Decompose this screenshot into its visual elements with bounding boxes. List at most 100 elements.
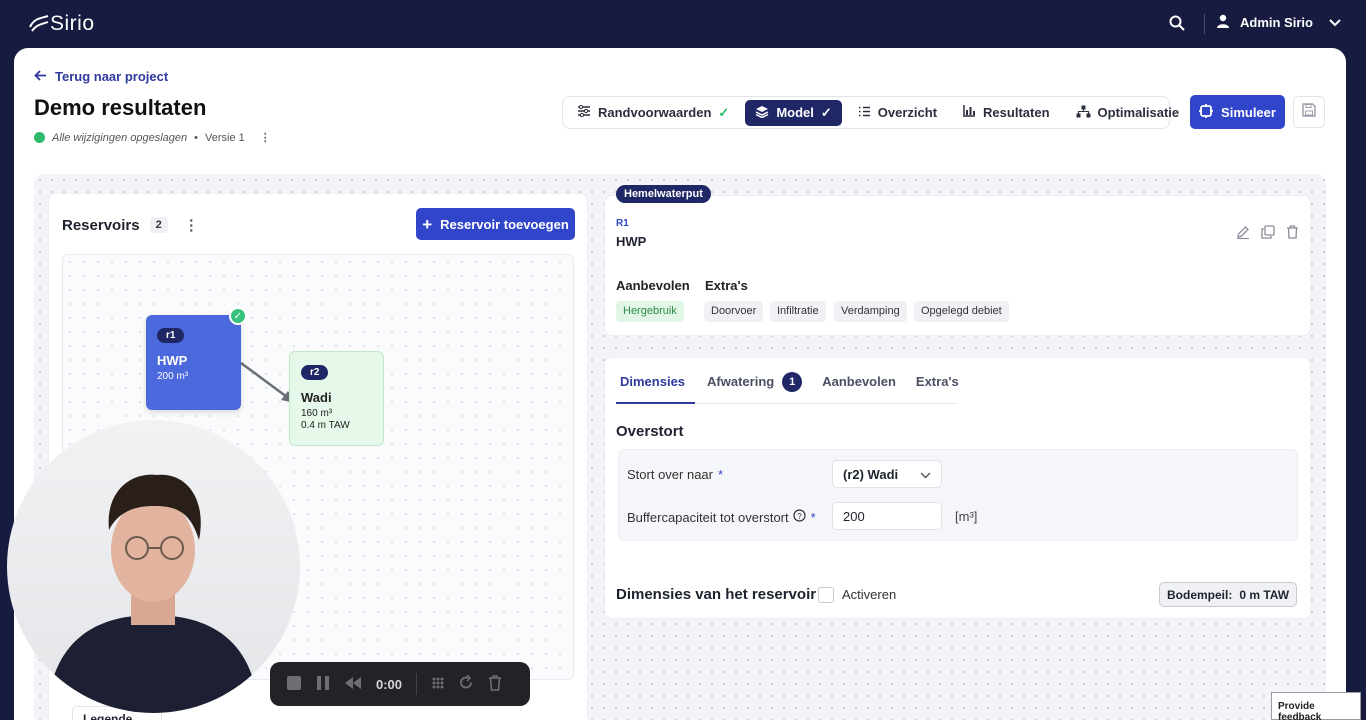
extras-label: Extra's [705,278,748,293]
node-tag: r1 [157,328,185,343]
reservoirs-header: Reservoirs 2 ⋮ [62,216,199,235]
webcam-overlay [7,420,300,713]
dimensions-heading: Dimensies van het reservoir [616,586,817,603]
kebab-menu-icon[interactable]: ⋮ [260,131,271,144]
legend-label: Legende [83,712,133,720]
unit-label: [m³] [955,509,978,524]
simulate-label: Simuleer [1221,104,1276,120]
tab-optimalisatie[interactable]: Optimalisatie [1066,100,1190,126]
node-volume: 200 m³ [157,371,189,382]
count-badge: 1 [782,372,803,392]
check-circle-icon: ✓ [229,307,247,325]
stop-icon[interactable] [286,675,302,694]
reservoir-node-r2[interactable]: r2 Wadi 160 m³ 0.4 m TAW [289,351,384,446]
reservoir-name: HWP [616,234,647,249]
floppy-disk-icon [1302,102,1316,122]
tab-resultaten[interactable]: Resultaten [953,100,1059,125]
chip-infiltratie[interactable]: Infiltratie [770,301,826,322]
bar-chart-icon [963,105,976,120]
arrow-left-icon [34,69,47,84]
tab-label: Model [776,105,814,120]
version-label: Versie 1 [205,131,245,144]
reservoirs-title: Reservoirs [62,216,140,234]
tab-label: Extra's [915,374,959,389]
chip-opgelegd-debiet[interactable]: Opgelegd debiet [914,301,1009,322]
activate-checkbox[interactable] [818,587,834,603]
node-name: HWP [157,353,188,368]
step-navigation: Randvoorwaarden ✓ Model ✓ Overzicht Resu… [562,96,1179,129]
buffercapaciteit-input[interactable]: 200 [832,502,942,530]
bodempeil-badge: Bodempeil: 0 m TAW [1159,582,1298,607]
back-link[interactable]: Terug naar project [34,69,168,84]
tab-label: Resultaten [983,105,1050,120]
tab-dimensies[interactable]: Dimensies [616,368,696,404]
tab-model[interactable]: Model ✓ [745,99,842,126]
required-mark: * [718,467,724,482]
chevron-down-icon [920,467,931,482]
divider [416,673,418,695]
restart-icon[interactable] [459,674,474,693]
search-icon[interactable] [1169,15,1185,36]
trash-icon[interactable] [1286,225,1299,244]
tab-extras[interactable]: Extra's [912,368,969,404]
gear-icon [1199,103,1214,121]
simulate-button[interactable]: Simuleer [1190,95,1285,129]
check-icon: ✓ [820,104,832,120]
node-name: Wadi [301,390,332,405]
node-level: 0.4 m TAW [301,420,350,431]
save-status-text: Alle wijzigingen opgeslagen [52,131,188,144]
reservoir-node-r1[interactable]: r1 HWP 200 m³ [146,315,241,410]
selected-value: (r2) Wadi [843,466,899,482]
copy-icon[interactable] [1261,225,1275,244]
tab-overzicht[interactable]: Overzicht [848,100,947,125]
buffercapaciteit-label: Buffercapaciteit tot overstort ? * [627,509,816,525]
tab-aanbevolen[interactable]: Aanbevolen [818,368,906,404]
trash-icon[interactable] [488,674,502,694]
save-status: Alle wijzigingen opgeslagen • Versie 1 ⋮ [34,131,271,144]
field-label-text: Stort over naar [627,467,713,482]
page-title: Demo resultaten [34,95,207,120]
chip-hergebruik[interactable]: Hergebruik [616,301,684,322]
tab-randvoorwaarden[interactable]: Randvoorwaarden ✓ [567,100,739,126]
tab-label: Dimensies [620,374,686,389]
list-icon [858,105,871,120]
user-name: Admin Sirio [1240,15,1313,30]
required-mark: * [810,509,816,525]
chip-doorvoer[interactable]: Doorvoer [704,301,764,322]
sliders-icon [577,104,591,120]
drag-handle-icon[interactable] [431,676,445,693]
bodempeil-label: Bodempeil: [1167,588,1233,602]
form-tabs: Dimensies Afwatering 1 Aanbevolen Extra'… [616,368,959,404]
kebab-menu-icon[interactable]: ⋮ [184,216,199,234]
help-circle-icon[interactable]: ? [793,509,806,525]
plus-icon: + [422,214,433,234]
stort-over-naar-select[interactable]: (r2) Wadi [832,460,942,488]
overstort-fields [618,449,1298,541]
top-bar: Sirio Admin Sirio [0,0,1366,48]
recommended-label: Aanbevolen [616,278,690,293]
presenter-video [47,474,259,713]
field-label-text: Buffercapaciteit tot overstort [627,509,789,525]
bodempeil-value: 0 m TAW [1239,588,1290,602]
provide-feedback-button[interactable]: Provide feedback [1271,692,1361,720]
tab-label: Afwatering [707,374,775,389]
user-menu[interactable]: Admin Sirio [1216,14,1341,31]
overstort-heading: Overstort [616,423,684,440]
stort-over-naar-label: Stort over naar * [627,467,723,482]
check-icon: ✓ [718,104,730,120]
tab-label: Overzicht [877,105,938,120]
add-reservoir-button[interactable]: + Reservoir toevoegen [416,208,575,240]
tab-afwatering[interactable]: Afwatering 1 [703,368,812,404]
edit-icon[interactable] [1236,225,1250,244]
reservoirs-count-badge: 2 [149,217,168,233]
rewind-icon[interactable] [344,676,362,693]
divider [1204,14,1205,34]
logo-text: Sirio [50,12,95,35]
sirio-logo[interactable]: Sirio [28,12,95,36]
pause-icon[interactable] [316,675,330,694]
node-volume: 160 m³ [301,408,333,419]
chip-verdamping[interactable]: Verdamping [834,301,907,322]
sirio-logo-icon [29,15,49,33]
tab-label: Aanbevolen [822,374,896,389]
save-button[interactable] [1293,96,1325,128]
